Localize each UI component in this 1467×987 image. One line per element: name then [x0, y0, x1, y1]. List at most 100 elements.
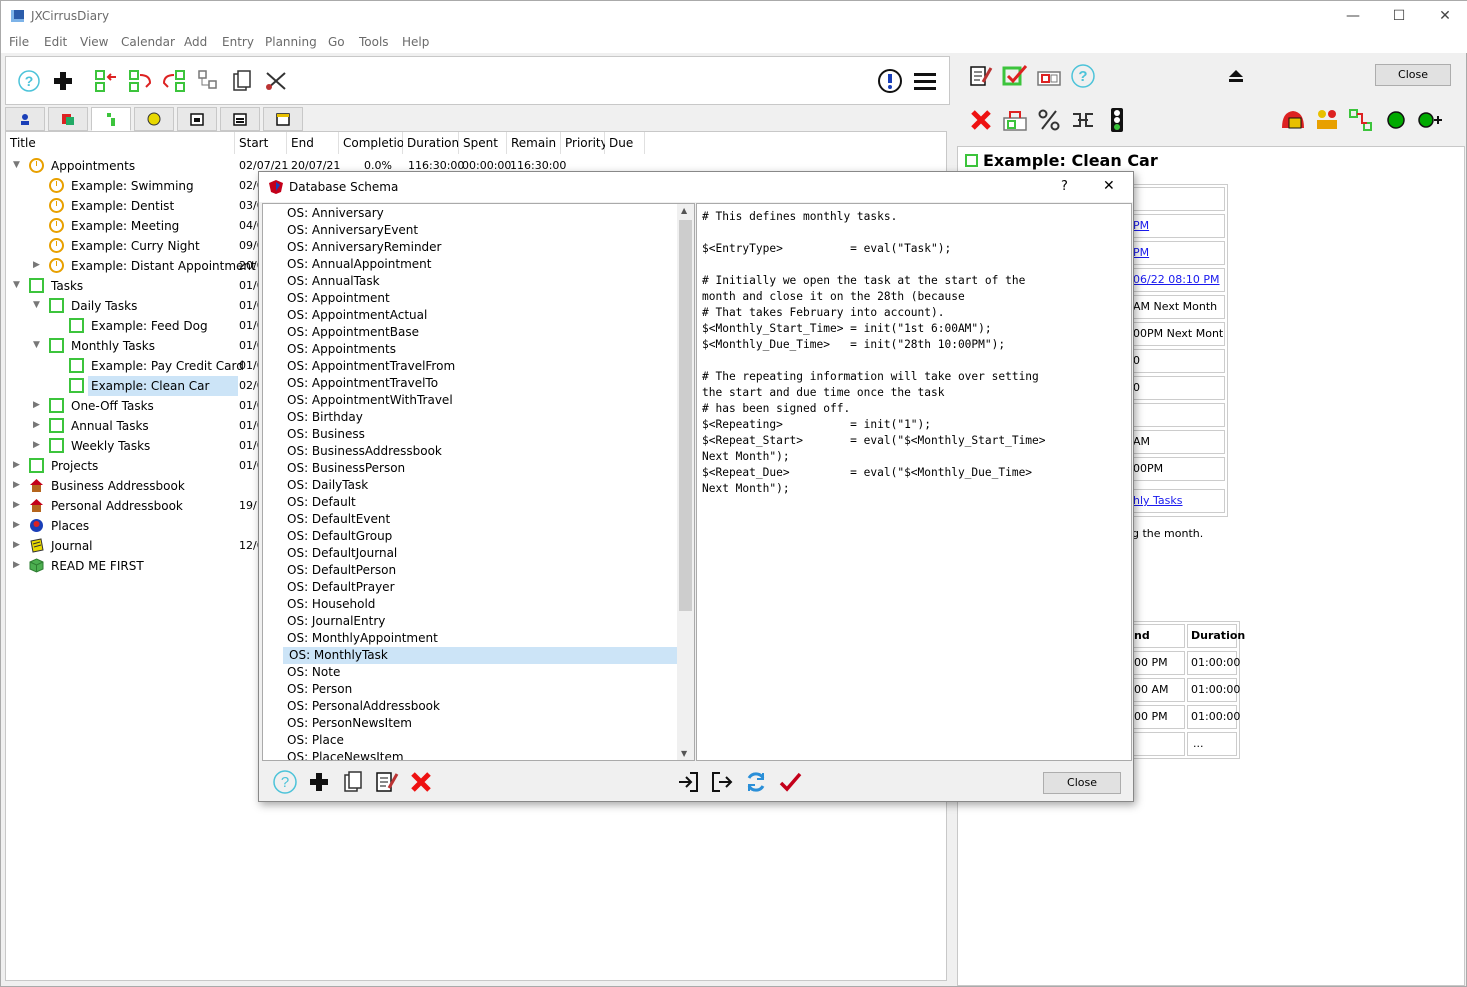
menu-tools[interactable]: Tools: [359, 35, 389, 49]
list-item[interactable]: OS: DefaultEvent: [281, 511, 677, 528]
list-item[interactable]: OS: AnnualAppointment: [281, 256, 677, 273]
dialog-close-text-button[interactable]: Close: [1043, 772, 1121, 794]
list-item[interactable]: OS: PersonalAddressbook: [281, 698, 677, 715]
list-item[interactable]: OS: PlaceNewsItem: [281, 749, 677, 760]
collapse-chevron-icon[interactable]: ▶: [33, 439, 43, 451]
list-item[interactable]: OS: AppointmentTravelFrom: [281, 358, 677, 375]
list-item[interactable]: OS: DefaultGroup: [281, 528, 677, 545]
add-icon[interactable]: [49, 67, 77, 95]
list-item[interactable]: OS: Appointment: [281, 290, 677, 307]
list-item[interactable]: OS: Place: [281, 732, 677, 749]
list-item[interactable]: OS: AnnualTask: [281, 273, 677, 290]
delete-icon[interactable]: [407, 768, 435, 796]
minimize-button[interactable]: —: [1330, 1, 1376, 31]
field-link[interactable]: PM: [1130, 214, 1225, 238]
menu-planning[interactable]: Planning: [265, 35, 317, 49]
list-item[interactable]: OS: BusinessPerson: [281, 460, 677, 477]
collapse-chevron-icon[interactable]: ▶: [13, 559, 23, 571]
collapse-chevron-icon[interactable]: ▶: [33, 399, 43, 411]
field-link[interactable]: PM: [1130, 241, 1225, 265]
tab-progress-view[interactable]: [134, 107, 174, 131]
group-icon[interactable]: [1313, 106, 1341, 134]
expand-chevron-icon[interactable]: ▼: [33, 339, 43, 351]
list-item[interactable]: OS: JournalEntry: [281, 613, 677, 630]
tab-week-view[interactable]: [220, 107, 260, 131]
dialog-close-button[interactable]: ✕: [1103, 178, 1115, 194]
schema-script-editor[interactable]: # This defines monthly tasks. $<EntryType…: [696, 203, 1132, 761]
link-icon[interactable]: [1069, 106, 1097, 134]
list-item[interactable]: OS: DailyTask: [281, 477, 677, 494]
copy-icon[interactable]: [228, 67, 256, 95]
list-item[interactable]: OS: AnniversaryEvent: [281, 222, 677, 239]
expand-chevron-icon[interactable]: ▼: [33, 299, 43, 311]
tab-person-view[interactable]: [5, 107, 45, 131]
green-status-icon[interactable]: [1382, 106, 1410, 134]
menu-edit[interactable]: Edit: [44, 35, 67, 49]
field-link[interactable]: hly Tasks: [1130, 489, 1225, 513]
column-duration[interactable]: Duration: [403, 132, 459, 154]
collapse-chevron-icon[interactable]: ▶: [33, 259, 43, 271]
list-item[interactable]: OS: MonthlyAppointment: [281, 630, 677, 647]
delete-icon[interactable]: [967, 106, 995, 134]
list-item[interactable]: OS: Person: [281, 681, 677, 698]
collapse-panel-icon[interactable]: [1222, 62, 1250, 90]
menu-go[interactable]: Go: [328, 35, 345, 49]
expand-chevron-icon[interactable]: ▼: [13, 159, 23, 171]
menu-help[interactable]: Help: [402, 35, 429, 49]
collapse-chevron-icon[interactable]: ▶: [13, 479, 23, 491]
import-icon[interactable]: [674, 768, 702, 796]
list-item[interactable]: OS: AppointmentTravelTo: [281, 375, 677, 392]
list-item[interactable]: OS: Default: [281, 494, 677, 511]
cut-icon[interactable]: [262, 67, 290, 95]
column-priority[interactable]: Priority: [561, 132, 608, 154]
list-item[interactable]: OS: Business: [281, 426, 677, 443]
edit-icon[interactable]: [967, 62, 995, 90]
help-icon[interactable]: ?: [271, 768, 299, 796]
list-item[interactable]: OS: AppointmentBase: [281, 324, 677, 341]
lock-icon[interactable]: [1279, 106, 1307, 134]
list-item[interactable]: OS: PersonNewsItem: [281, 715, 677, 732]
list-item[interactable]: OS: BusinessAddressbook: [281, 443, 677, 460]
list-scrollbar[interactable]: ▲ ▼: [677, 204, 694, 760]
confirm-check-icon[interactable]: [776, 768, 804, 796]
list-item[interactable]: OS: AppointmentActual: [281, 307, 677, 324]
expand-chevron-icon[interactable]: ▼: [13, 279, 23, 291]
column-title[interactable]: Title: [6, 132, 235, 154]
list-item[interactable]: OS: DefaultPrayer: [281, 579, 677, 596]
edit-icon[interactable]: [373, 768, 401, 796]
help-icon[interactable]: ?: [15, 67, 43, 95]
list-item-selected[interactable]: OS: MonthlyTask: [283, 647, 681, 664]
add-child-icon[interactable]: [195, 67, 223, 95]
list-item[interactable]: OS: Birthday: [281, 409, 677, 426]
hamburger-menu-icon[interactable]: [911, 67, 939, 95]
menu-calendar[interactable]: Calendar: [121, 35, 175, 49]
menu-file[interactable]: File: [9, 35, 29, 49]
list-item[interactable]: OS: DefaultJournal: [281, 545, 677, 562]
window-close-button[interactable]: ✕: [1422, 1, 1467, 31]
collapse-chevron-icon[interactable]: ▶: [13, 519, 23, 531]
gift-icon[interactable]: [1035, 62, 1063, 90]
column-due[interactable]: Due: [605, 132, 645, 154]
tab-day-view[interactable]: [177, 107, 217, 131]
copy-icon[interactable]: [339, 768, 367, 796]
traffic-light-icon[interactable]: [1103, 106, 1131, 134]
scroll-thumb[interactable]: [679, 220, 692, 611]
column-start[interactable]: Start: [235, 132, 287, 154]
collapse-chevron-icon[interactable]: ▶: [33, 419, 43, 431]
tab-tree-view[interactable]: [91, 107, 131, 131]
list-item[interactable]: OS: Appointments: [281, 341, 677, 358]
column-end[interactable]: End: [287, 132, 339, 154]
mark-done-icon[interactable]: [1001, 62, 1029, 90]
dependency-icon[interactable]: [1347, 106, 1375, 134]
menu-view[interactable]: View: [80, 35, 108, 49]
column-remain[interactable]: Remain: [507, 132, 561, 154]
list-item[interactable]: OS: Note: [281, 664, 677, 681]
maximize-button[interactable]: ☐: [1376, 1, 1422, 31]
list-item[interactable]: OS: Household: [281, 596, 677, 613]
export-icon[interactable]: [708, 768, 736, 796]
scroll-up-icon[interactable]: ▲: [681, 206, 687, 215]
move-up-icon[interactable]: [93, 67, 121, 95]
collapse-chevron-icon[interactable]: ▶: [13, 459, 23, 471]
add-icon[interactable]: [305, 768, 333, 796]
panel-close-button[interactable]: Close: [1375, 64, 1451, 86]
